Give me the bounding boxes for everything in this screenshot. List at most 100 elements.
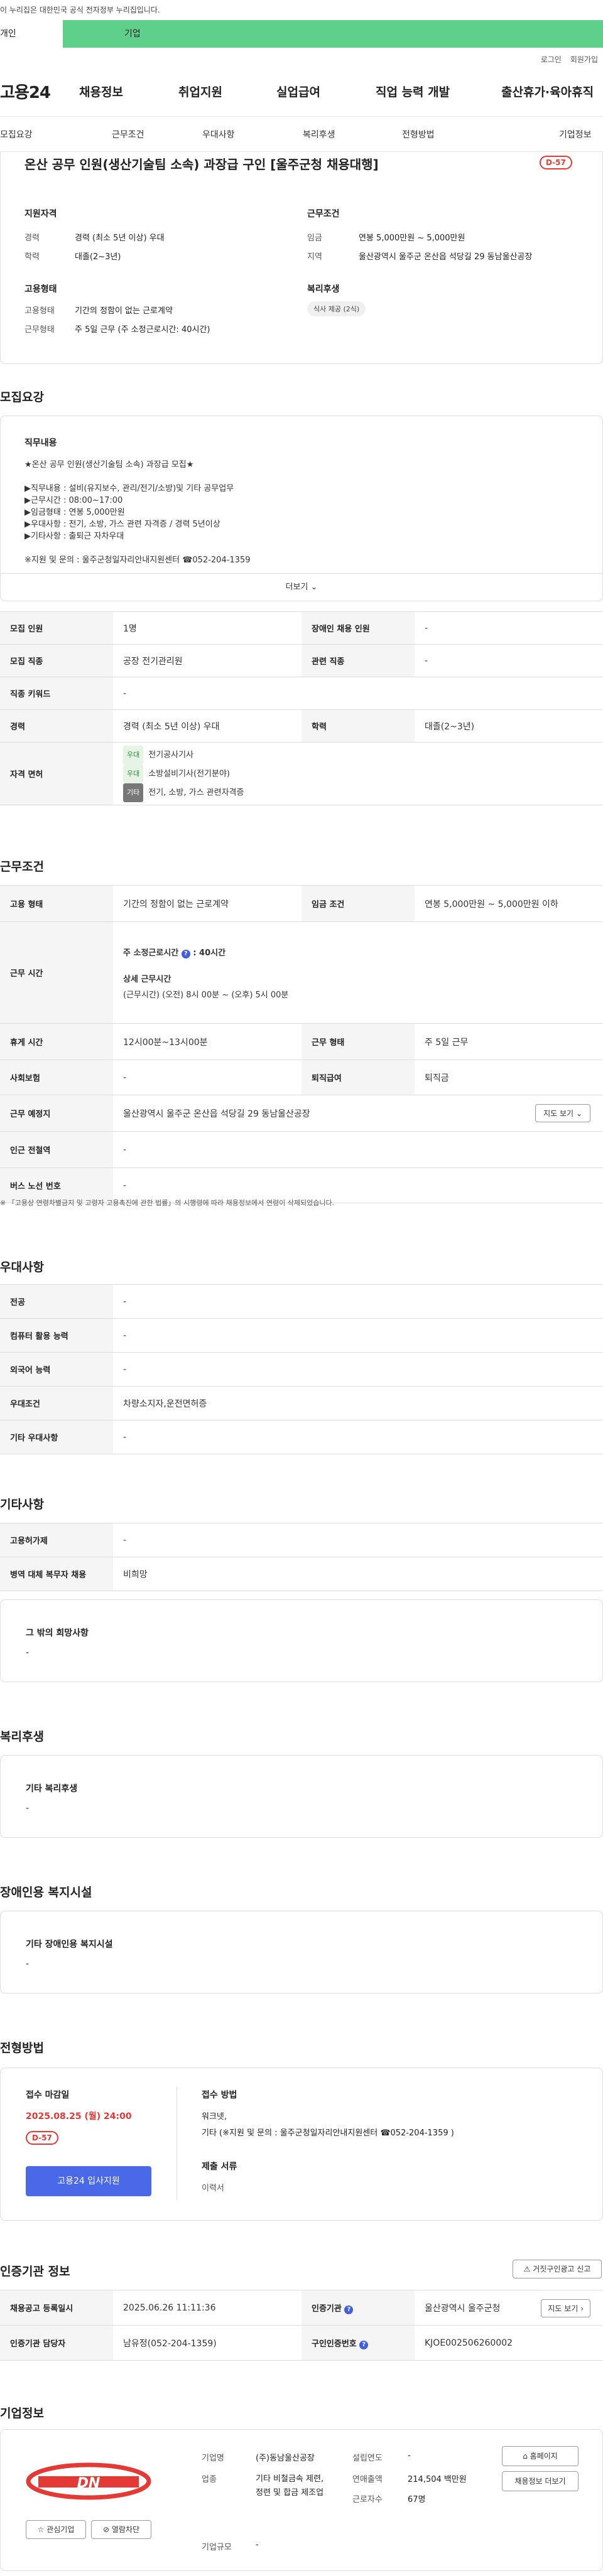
emp-type-label: 고용형태	[24, 306, 55, 316]
cert-label-text: 구인인증번호	[312, 2339, 357, 2349]
emp-label: 고용 형태	[0, 885, 113, 922]
keyword-label: 직종 키워드	[0, 677, 113, 710]
license-item: 기타 전기, 소방, 가스 관련자격증	[123, 783, 593, 802]
docs-label: 제출 서류	[202, 2162, 237, 2172]
block-icon: ⊘	[102, 2525, 110, 2534]
emp-count-label: 근로자수	[352, 2495, 383, 2504]
main-navigation: 고용24 채용정보 취업지원 실업급여 직업 능력 개발 출산휴가·육아휴직	[0, 67, 603, 117]
severance-label: 퇴직급여	[302, 1060, 415, 1095]
count-value: 1명	[113, 611, 302, 645]
form-value: 주 5일 근무	[415, 1023, 603, 1060]
subnav-pref[interactable]: 우대사항	[202, 128, 235, 141]
subnav-selection[interactable]: 전형방법	[402, 128, 435, 141]
duty-line: ▶임금형태 : 연봉 5,000만원	[24, 508, 125, 517]
license-chip: 우대	[123, 764, 144, 783]
login-link[interactable]: 로그인	[541, 54, 562, 67]
subnav-company[interactable]: 기업정보	[559, 128, 592, 141]
more-label: 더보기	[285, 582, 308, 592]
job-title: 온산 공무 인원(생산기술팀 소속) 과장급 구인 [울주군청 채용대행]	[24, 157, 379, 172]
signup-link[interactable]: 회원가입	[570, 54, 598, 67]
break-label: 휴게 시간	[0, 1023, 113, 1060]
dday-badge: D-57	[540, 156, 572, 169]
work-type-label: 근무형태	[24, 325, 55, 335]
permit-value: -	[113, 1523, 603, 1557]
company-section-title: 기업정보	[0, 2407, 44, 2420]
subnav-recruit[interactable]: 모집요강	[0, 128, 33, 141]
subnav-work[interactable]: 근무조건	[112, 128, 144, 141]
employment-title: 고용형태	[24, 284, 57, 294]
work-type-value: 주 5일 근무 (주 소정근로시간: 40시간)	[75, 325, 210, 335]
manager-label: 인증기관 담당자	[0, 2325, 113, 2361]
apply-button[interactable]: 고용24 입사지원	[26, 2166, 151, 2196]
disability-section-title: 장애인용 복지시설	[0, 1886, 92, 1899]
more-jobs-button[interactable]: 채용정보 더보기	[502, 2471, 579, 2491]
scale-value: -	[256, 2540, 259, 2550]
info-icon[interactable]: ?	[181, 949, 190, 958]
site-logo[interactable]: 고용24	[0, 80, 77, 103]
chevron-down-icon: ⌄	[310, 582, 318, 592]
career-row-label: 경력	[0, 709, 113, 743]
gnb-item-parental-leave[interactable]: 출산휴가·육아휴직	[501, 83, 594, 100]
welfare-title: 복리후생	[307, 284, 340, 294]
gnb-item-employment-support[interactable]: 취업지원	[178, 83, 222, 100]
wage-cond-value: 연봉 5,000만원 ~ 5,000만원 이하	[415, 885, 603, 922]
block-view-button[interactable]: ⊘ 열람차단	[91, 2520, 151, 2539]
selection-section-title: 전형방법	[0, 2041, 44, 2055]
place-label: 근무 예정지	[0, 1095, 113, 1132]
home-icon: ⌂	[523, 2452, 528, 2461]
duty-title: 직무내용	[24, 438, 57, 448]
company-logo: DN	[26, 2456, 151, 2506]
homepage-button[interactable]: ⌂ 홈페이지	[502, 2446, 579, 2466]
hours-detail-title: 상세 근무시간	[123, 974, 171, 984]
home-label: 홈페이지	[530, 2452, 558, 2461]
conditions-title: 근무조건	[307, 209, 340, 219]
license-item: 우대 소방설비기사(전기분야)	[123, 764, 593, 783]
hope-card: 그 밖의 희망사항 -	[0, 1599, 603, 1682]
benefit-card-title: 기타 복리후생	[26, 1784, 78, 1794]
work-section-title: 근무조건	[0, 860, 44, 874]
favorite-company-button[interactable]: ☆ 관심기업	[26, 2520, 86, 2539]
pref-etc-value: -	[113, 1420, 603, 1454]
agency-map-button[interactable]: 지도 보기 ›	[541, 2299, 590, 2317]
logo-text: DN	[77, 2476, 100, 2491]
subnav-benefit[interactable]: 복리후생	[303, 128, 335, 141]
tab-person[interactable]: 개인	[0, 20, 63, 48]
job-summary-card: 온산 공무 인원(생산기술팀 소속) 과장급 구인 [울주군청 채용대행] D-…	[0, 152, 603, 364]
education-value: 대졸(2~3년)	[75, 252, 121, 262]
agency-map-label: 지도 보기	[548, 2304, 579, 2313]
hours-cell: 주 소정근로시간 ? : 40시간 상세 근무시간 (근무시간) (오전) 8시…	[113, 921, 603, 1024]
hours-weekly: 주 소정근로시간 ? : 40시간	[123, 946, 593, 958]
selection-card: 접수 마감일 2025.08.25 (월) 24:00 D-57 고용24 입사…	[0, 2068, 603, 2221]
deadline-value: 2025.08.25 (월) 24:00	[26, 2112, 132, 2122]
place-cell: 울산광역시 울주군 온산읍 석당길 29 동남울산공장 지도 보기 ⌄	[113, 1095, 603, 1132]
duty-line: ★온산 공무 인원(생산기술팀 소속) 과장급 모집★	[24, 460, 194, 470]
gnb-item-vocational-training[interactable]: 직업 능력 개발	[376, 83, 450, 100]
military-value: 비희망	[113, 1557, 603, 1591]
agency-label-text: 인증기관	[312, 2304, 342, 2314]
info-icon[interactable]: ?	[359, 2340, 369, 2349]
keyword-value: -	[113, 677, 603, 710]
work-table: 고용 형태 기간의 정함이 없는 근로계약 임금 조건 연봉 5,000만원 ~…	[0, 885, 603, 1203]
benefit-card: 기타 복리후생 -	[0, 1755, 603, 1838]
method-line2: 기타 (※지원 및 문의 : 울주군청일자리안내지원센터 ☎052-204-13…	[202, 2128, 454, 2138]
duty-line: ▶근무시간 : 08:00~17:00	[24, 496, 123, 505]
docs-value: 이력서	[202, 2184, 224, 2193]
wage-cond-label: 임금 조건	[302, 885, 415, 922]
chevron-right-icon: ›	[580, 2304, 584, 2313]
recruit-section-title: 모집요강	[0, 390, 44, 404]
scale-label: 기업규모	[202, 2543, 232, 2552]
more-button[interactable]: 더보기 ⌄	[1, 573, 602, 601]
fav-label: 관심기업	[46, 2525, 75, 2534]
pref-cond-value: 차량소지자,운전면허증	[113, 1386, 603, 1420]
duty-line	[24, 542, 251, 554]
gnb-item-jobs[interactable]: 채용정보	[79, 83, 123, 100]
report-fake-ad-button[interactable]: ⚠ 거짓구인광고 신고	[513, 2260, 602, 2278]
company-name-label: 기업명	[202, 2454, 224, 2463]
place-map-button[interactable]: 지도 보기 ⌄	[535, 1104, 590, 1122]
duty-line: ※지원 및 문의 : 울주군청일자리안내지원센터 ☎052-204-1359	[24, 555, 251, 565]
gnb-item-unemployment-benefit[interactable]: 실업급여	[276, 83, 320, 100]
info-icon[interactable]: ?	[344, 2305, 354, 2314]
tab-company[interactable]: 기업	[63, 20, 603, 48]
license-item: 우대 전기공사기사	[123, 745, 593, 765]
permit-label: 고용허가제	[0, 1523, 113, 1557]
